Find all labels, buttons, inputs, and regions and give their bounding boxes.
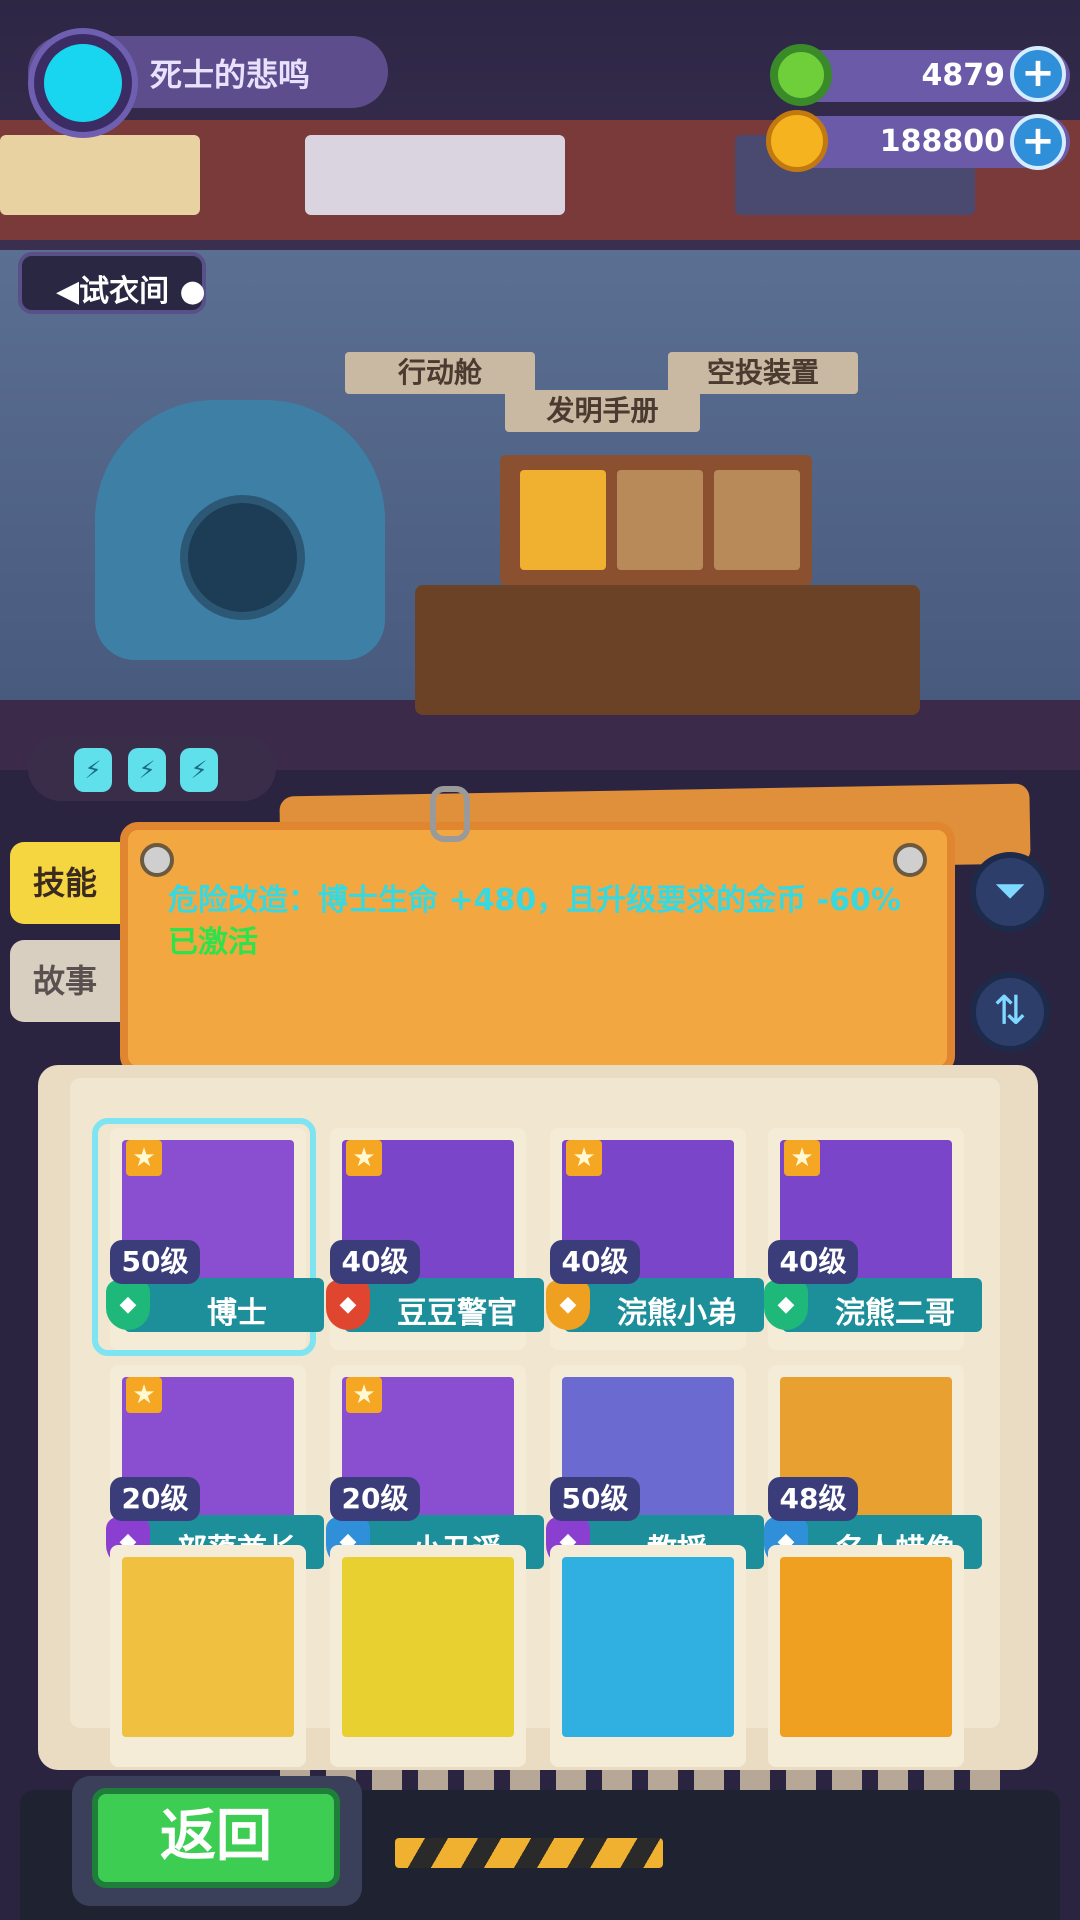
character-name: 浣熊小弟 xyxy=(617,1296,737,1331)
character-name: 豆豆警官 xyxy=(397,1296,517,1331)
pin-icon xyxy=(140,843,174,877)
back-button[interactable]: 返回 xyxy=(92,1788,340,1888)
cabinet xyxy=(415,585,920,715)
hazard-stripe xyxy=(395,1838,663,1868)
character-card[interactable]: ★ ◆ 浣熊小弟 40级 xyxy=(546,1128,764,1350)
character-card-partial[interactable] xyxy=(330,1545,526,1767)
player-name: 死士的悲鸣 xyxy=(150,56,311,94)
star-icon: ★ xyxy=(126,1140,162,1176)
filter-button[interactable]: ⏷ xyxy=(970,852,1050,932)
star-icon: ★ xyxy=(566,1140,602,1176)
energy-cell-icon: ⚡ xyxy=(128,748,166,792)
sort-button[interactable]: ⇅ xyxy=(970,972,1050,1052)
character-card-partial[interactable] xyxy=(768,1545,964,1767)
tab-story[interactable]: 故事 xyxy=(10,940,120,1022)
rarity-shield-icon: ◆ xyxy=(546,1280,590,1330)
energy-cell-icon: ⚡ xyxy=(74,748,112,792)
star-icon: ★ xyxy=(784,1140,820,1176)
star-icon: ★ xyxy=(346,1377,382,1413)
character-name: 博士 xyxy=(207,1296,267,1331)
background-crate xyxy=(0,135,200,215)
character-level: 40级 xyxy=(768,1240,858,1284)
fitting-room-label: ◀试衣间 ● xyxy=(56,274,206,309)
tab-skill[interactable]: 技能 xyxy=(10,842,120,924)
skill-description: 危险改造：博士生命 +480，且升级要求的金币 -60% 已激活 xyxy=(168,880,908,964)
character-level: 50级 xyxy=(550,1477,640,1521)
star-icon: ★ xyxy=(346,1140,382,1176)
cat-avatar-icon xyxy=(44,44,122,122)
character-level: 50级 xyxy=(110,1240,200,1284)
character-card[interactable]: ★ ◆ 浣熊二哥 40级 xyxy=(764,1128,982,1350)
character-level: 40级 xyxy=(550,1240,640,1284)
invention-handbook-sign[interactable]: 发明手册 xyxy=(505,390,700,432)
energy-cell-icon: ⚡ xyxy=(180,748,218,792)
showcase-slot-locked xyxy=(617,470,703,570)
character-level: 20级 xyxy=(110,1477,200,1521)
coin-count: 188800 xyxy=(879,124,1005,159)
skill-description-text: 危险改造：博士生命 +480，且升级要求的金币 -60% xyxy=(168,883,901,918)
add-coins-button[interactable]: + xyxy=(1010,114,1066,170)
rarity-shield-icon: ◆ xyxy=(106,1280,150,1330)
character-card[interactable]: ★ ◆ 博士 50级 xyxy=(106,1128,324,1350)
character-card-partial[interactable] xyxy=(110,1545,306,1767)
character-level: 48级 xyxy=(768,1477,858,1521)
mech-pilot-window xyxy=(180,495,305,620)
showcase-slot-locked xyxy=(714,470,800,570)
rarity-shield-icon: ◆ xyxy=(764,1280,808,1330)
showcase-slot-doctor xyxy=(520,470,606,570)
character-card[interactable]: ★ ◆ 豆豆警官 40级 xyxy=(326,1128,544,1350)
gem-count: 4879 xyxy=(921,58,1006,93)
character-name: 浣熊二哥 xyxy=(835,1296,955,1331)
skill-status: 已激活 xyxy=(168,925,258,960)
character-level: 20级 xyxy=(330,1477,420,1521)
action-pod-sign[interactable]: 行动舱 xyxy=(345,352,535,394)
star-icon: ★ xyxy=(126,1377,162,1413)
character-level: 40级 xyxy=(330,1240,420,1284)
background-machine xyxy=(305,135,565,215)
add-gems-button[interactable]: + xyxy=(1010,46,1066,102)
pin-icon xyxy=(893,843,927,877)
character-card-partial[interactable] xyxy=(550,1545,746,1767)
paper-clip-icon xyxy=(430,786,470,842)
rarity-shield-icon: ◆ xyxy=(326,1280,370,1330)
airdrop-device-sign[interactable]: 空投装置 xyxy=(668,352,858,394)
